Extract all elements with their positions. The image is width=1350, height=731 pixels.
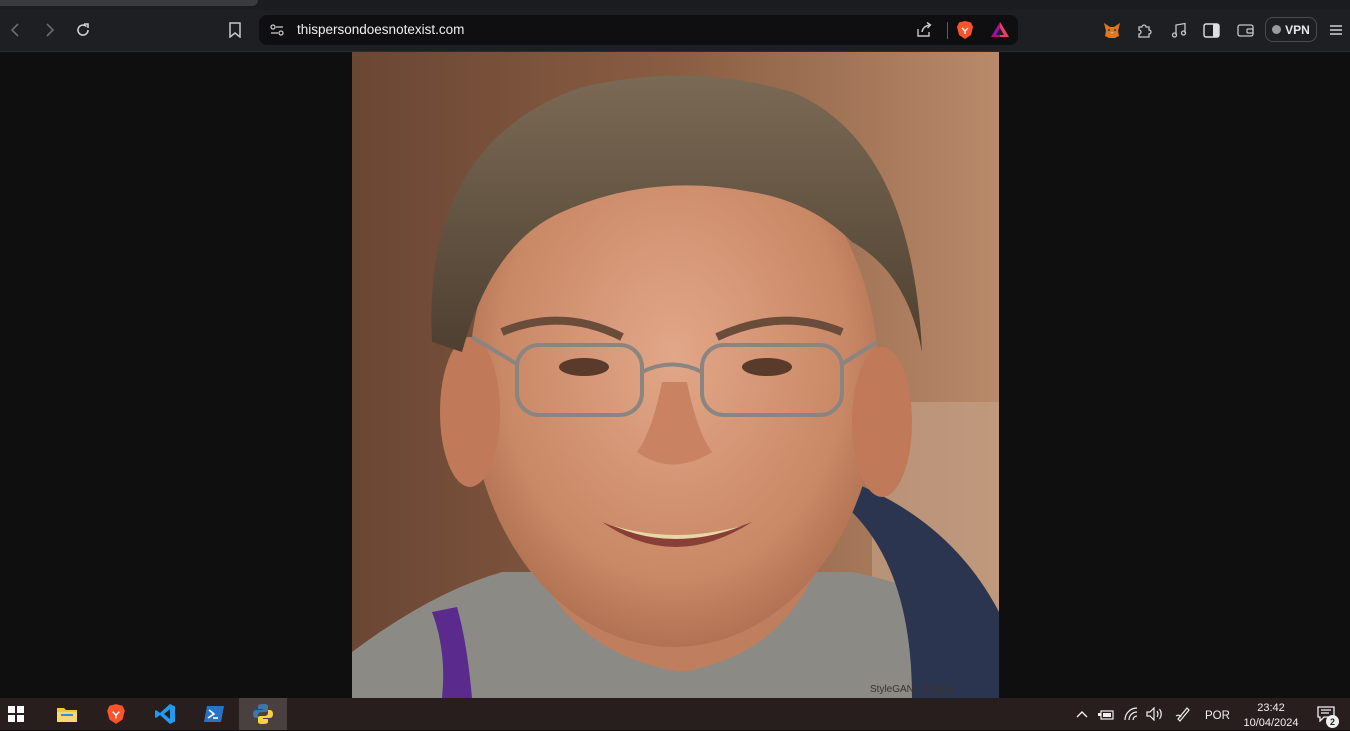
taskbar-vscode[interactable] [145, 698, 185, 730]
taskbar-powershell[interactable] [194, 698, 234, 730]
wifi-icon [1124, 707, 1138, 721]
notification-badge: 2 [1326, 715, 1339, 728]
tray-network[interactable] [1122, 698, 1142, 730]
reload-icon [77, 23, 89, 36]
metamask-extension-button[interactable] [1100, 18, 1124, 42]
start-button[interactable] [0, 698, 32, 730]
tray-pen[interactable] [1172, 698, 1194, 730]
taskbar-brave[interactable] [96, 698, 136, 730]
menu-button[interactable] [1324, 18, 1348, 42]
bookmark-button[interactable] [223, 18, 247, 42]
page-content: StyleGAN2 (Karras [0, 52, 1350, 698]
sidebar-toggle-button[interactable] [1199, 18, 1223, 42]
reload-button[interactable] [71, 18, 95, 42]
address-bar[interactable]: thispersondoesnotexist.com [259, 15, 1018, 45]
address-separator [947, 22, 948, 39]
taskbar-python[interactable] [239, 698, 287, 730]
clock-date: 10/04/2024 [1243, 717, 1299, 729]
show-hidden-icons-button[interactable] [1072, 698, 1092, 730]
windows-logo-icon [8, 706, 24, 722]
chevron-up-icon [1076, 711, 1088, 718]
clock[interactable]: 23:42 10/04/2024 [1236, 701, 1306, 731]
taskbar-file-explorer[interactable] [47, 698, 87, 730]
site-info-icon[interactable] [269, 22, 285, 38]
puzzle-icon [1137, 23, 1152, 38]
tray-battery[interactable] [1096, 698, 1116, 730]
clock-time: 23:42 [1257, 702, 1285, 714]
vpn-button[interactable]: VPN [1265, 17, 1317, 42]
media-button[interactable] [1166, 18, 1190, 42]
terminal-icon [204, 706, 224, 722]
brave-browser-icon [107, 704, 125, 724]
chevron-left-icon [10, 23, 19, 37]
extensions-button[interactable] [1132, 18, 1156, 42]
wallet-icon [1236, 23, 1254, 37]
vpn-label: VPN [1285, 22, 1310, 37]
brave-shields-icon[interactable] [956, 20, 974, 40]
windows-taskbar: POR 23:42 10/04/2024 2 [0, 698, 1350, 730]
music-note-icon [1171, 22, 1186, 38]
browser-toolbar: thispersondoesnotexist.com VPN [0, 10, 1350, 52]
vscode-icon [155, 704, 175, 724]
fox-icon [1104, 22, 1120, 38]
tray-volume[interactable] [1144, 698, 1166, 730]
image-credit: StyleGAN2 (Karras [870, 684, 956, 695]
forward-button[interactable] [37, 18, 61, 42]
sidebar-icon [1202, 22, 1220, 38]
active-tab[interactable] [0, 0, 258, 6]
chevron-right-icon [46, 23, 55, 37]
hamburger-menu-icon [1330, 25, 1342, 35]
url-text[interactable]: thispersondoesnotexist.com [297, 22, 464, 37]
pen-icon [1175, 707, 1190, 722]
back-button[interactable] [4, 18, 28, 42]
share-icon[interactable] [915, 21, 933, 39]
wallet-button[interactable] [1233, 18, 1257, 42]
tab-strip [0, 0, 1350, 10]
speaker-icon [1146, 707, 1162, 721]
generated-face-image: StyleGAN2 (Karras [352, 52, 999, 698]
battery-plug-icon [1098, 709, 1114, 720]
brave-rewards-icon[interactable] [990, 20, 1010, 40]
vpn-status-icon [1272, 25, 1282, 34]
portrait-image [352, 52, 999, 698]
folder-icon [57, 708, 77, 722]
language-indicator[interactable]: POR [1205, 710, 1230, 722]
python-icon [253, 704, 273, 724]
bookmark-icon [229, 22, 241, 38]
